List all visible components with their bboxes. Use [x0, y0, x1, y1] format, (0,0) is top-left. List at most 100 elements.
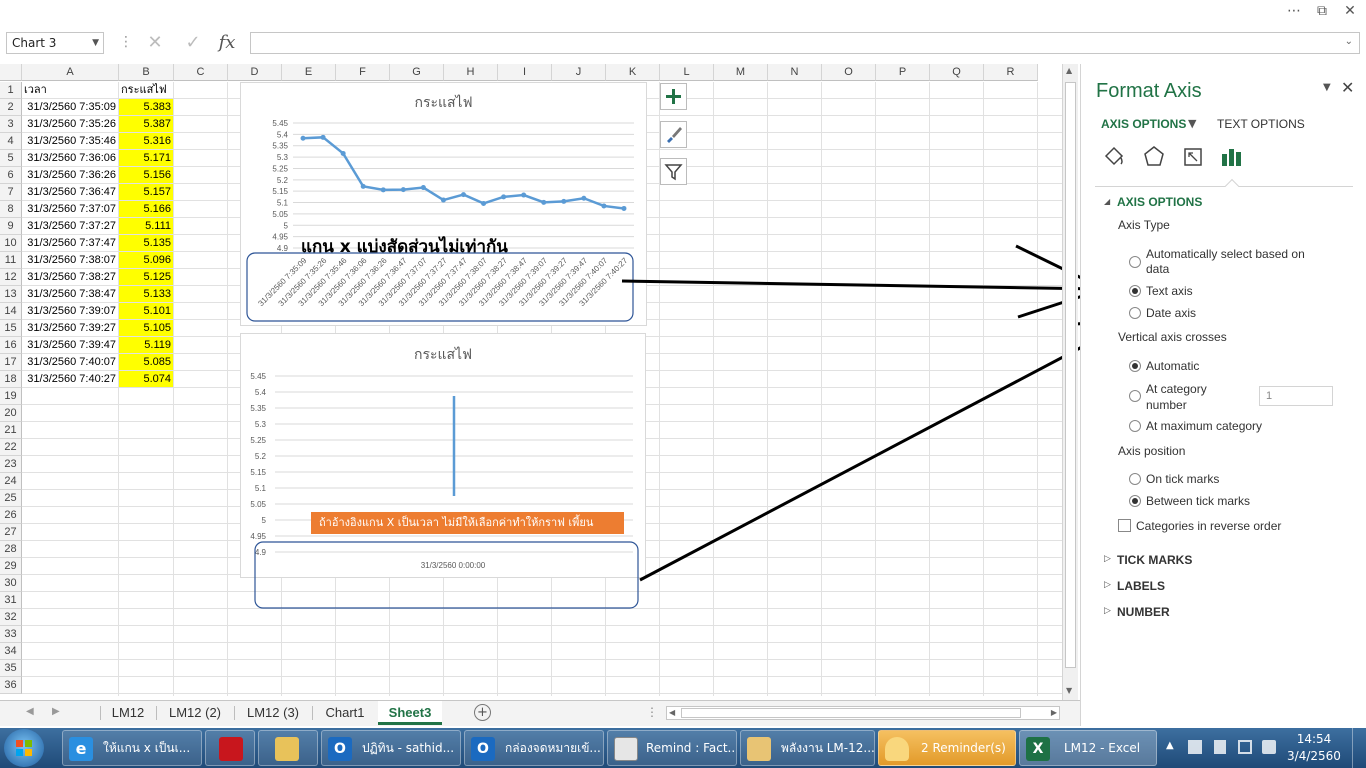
name-box[interactable]: Chart 3 ▼: [6, 32, 104, 54]
row-header[interactable]: 25: [0, 490, 22, 507]
column-header-b[interactable]: B: [119, 64, 174, 81]
clock-date[interactable]: 3/4/2560: [1284, 749, 1344, 763]
row-header[interactable]: 20: [0, 405, 22, 422]
tab-lm12-3[interactable]: LM12 (3): [235, 701, 311, 725]
section-number[interactable]: NUMBER: [1117, 605, 1170, 619]
flag-icon[interactable]: [1188, 740, 1202, 754]
time-cell[interactable]: 31/3/2560 7:40:27: [22, 371, 119, 388]
radio-at-category[interactable]: [1129, 390, 1141, 402]
taskbar-pdf[interactable]: [205, 730, 255, 766]
column-header-d[interactable]: D: [228, 64, 282, 81]
row-header[interactable]: 14: [0, 303, 22, 320]
tab-text-options[interactable]: TEXT OPTIONS: [1217, 117, 1305, 131]
row-header[interactable]: 15: [0, 320, 22, 337]
time-cell[interactable]: 31/3/2560 7:37:27: [22, 218, 119, 235]
taskbar-excel[interactable]: X LM12 - Excel: [1019, 730, 1157, 766]
hscroll-thumb[interactable]: [681, 708, 1021, 718]
value-cell[interactable]: 5.105: [119, 320, 174, 337]
add-sheet-icon[interactable]: +: [474, 704, 491, 721]
value-cell[interactable]: 5.085: [119, 354, 174, 371]
restore-icon[interactable]: ⧉: [1308, 2, 1336, 20]
column-header-p[interactable]: P: [876, 64, 930, 81]
chart-styles-button[interactable]: [660, 121, 687, 148]
time-cell[interactable]: 31/3/2560 7:36:47: [22, 184, 119, 201]
time-cell[interactable]: 31/3/2560 7:37:47: [22, 235, 119, 252]
chevron-down-icon[interactable]: ▼: [92, 33, 99, 53]
row-header[interactable]: 29: [0, 558, 22, 575]
radio-date-axis[interactable]: [1129, 307, 1141, 319]
expand-labels-icon[interactable]: ▷: [1104, 580, 1111, 590]
value-cell[interactable]: 5.125: [119, 269, 174, 286]
row-header[interactable]: 36: [0, 677, 22, 694]
row-header[interactable]: 18: [0, 371, 22, 388]
column-header-a[interactable]: A: [22, 64, 119, 81]
value-cell[interactable]: 5.096: [119, 252, 174, 269]
tab-axis-options[interactable]: AXIS OPTIONS: [1101, 117, 1186, 131]
taskbar-reminders[interactable]: 2 Reminder(s): [878, 730, 1016, 766]
expand-number-icon[interactable]: ▷: [1104, 606, 1111, 616]
chart-line-current[interactable]: กระแสไฟ 5.45 5.4 5.35 5.3 5.25 5.2 5.15 5.1 5.05…: [240, 82, 647, 326]
collapse-icon[interactable]: ◢: [1104, 197, 1110, 206]
more-options-icon[interactable]: ⋯: [1280, 2, 1308, 20]
expand-tick-marks-icon[interactable]: ▷: [1104, 554, 1111, 564]
time-cell[interactable]: 31/3/2560 7:38:07: [22, 252, 119, 269]
time-cell[interactable]: 31/3/2560 7:38:47: [22, 286, 119, 303]
taskbar-energy[interactable]: พลังงาน LM-12...: [740, 730, 875, 766]
row-header[interactable]: 11: [0, 252, 22, 269]
row-header[interactable]: 4: [0, 133, 22, 150]
taskbar-explorer[interactable]: [258, 730, 318, 766]
taskbar-calendar[interactable]: O ปฏิทิน - sathid...: [321, 730, 461, 766]
row-header[interactable]: 26: [0, 507, 22, 524]
horizontal-scrollbar[interactable]: ◀ ▶: [666, 706, 1060, 720]
time-cell[interactable]: 31/3/2560 7:36:26: [22, 167, 119, 184]
time-cell[interactable]: 31/3/2560 7:40:07: [22, 354, 119, 371]
select-all-corner[interactable]: [0, 64, 22, 81]
radio-on-tick-marks[interactable]: [1129, 473, 1141, 485]
prev-sheet-icon[interactable]: ◀: [26, 706, 34, 717]
row-header[interactable]: 27: [0, 524, 22, 541]
value-cell[interactable]: 5.166: [119, 201, 174, 218]
time-cell[interactable]: 31/3/2560 7:35:09: [22, 99, 119, 116]
value-cell[interactable]: 5.111: [119, 218, 174, 235]
row-header[interactable]: 5: [0, 150, 22, 167]
value-cell[interactable]: 5.316: [119, 133, 174, 150]
scroll-thumb[interactable]: [1065, 82, 1076, 668]
column-header-j[interactable]: J: [552, 64, 606, 81]
taskbar-ie[interactable]: e ให้แกน x เป็นเ...: [62, 730, 202, 766]
value-cell[interactable]: 5.156: [119, 167, 174, 184]
value-cell[interactable]: 5.074: [119, 371, 174, 388]
section-tick-marks[interactable]: TICK MARKS: [1117, 553, 1192, 567]
row-header[interactable]: 21: [0, 422, 22, 439]
column-header-l[interactable]: L: [660, 64, 714, 81]
value-cell[interactable]: 5.135: [119, 235, 174, 252]
scroll-up-icon[interactable]: ▲: [1066, 66, 1072, 75]
scroll-left-icon[interactable]: ◀: [669, 707, 675, 719]
network-icon[interactable]: [1238, 740, 1252, 754]
row-header[interactable]: 34: [0, 643, 22, 660]
start-button[interactable]: [4, 729, 44, 767]
row-header[interactable]: 2: [0, 99, 22, 116]
time-cell[interactable]: 31/3/2560 7:39:47: [22, 337, 119, 354]
next-sheet-icon[interactable]: ▶: [52, 706, 60, 717]
formula-input[interactable]: ⌄: [250, 32, 1360, 54]
axis-options-dropdown-icon[interactable]: ▼: [1188, 117, 1196, 130]
scroll-down-icon[interactable]: ▼: [1066, 686, 1072, 695]
checkbox-reverse-order[interactable]: [1118, 519, 1131, 532]
radio-max-category[interactable]: [1129, 420, 1141, 432]
time-cell[interactable]: 31/3/2560 7:35:46: [22, 133, 119, 150]
section-axis-options[interactable]: AXIS OPTIONS: [1117, 195, 1202, 209]
vertical-scrollbar[interactable]: ▲ ▼: [1062, 64, 1078, 700]
row-header[interactable]: 10: [0, 235, 22, 252]
time-cell[interactable]: 31/3/2560 7:36:06: [22, 150, 119, 167]
value-cell[interactable]: 5.383: [119, 99, 174, 116]
volume-muted-icon[interactable]: [1262, 740, 1276, 754]
clock-time[interactable]: 14:54: [1284, 732, 1344, 746]
value-cell[interactable]: 5.133: [119, 286, 174, 303]
fill-line-icon[interactable]: [1101, 144, 1127, 170]
taskbar-remind[interactable]: Remind : Fact...: [607, 730, 737, 766]
header-cell-time[interactable]: เวลา: [22, 82, 119, 99]
row-header[interactable]: 1: [0, 82, 22, 99]
row-header[interactable]: 16: [0, 337, 22, 354]
value-cell[interactable]: 5.101: [119, 303, 174, 320]
row-header[interactable]: 22: [0, 439, 22, 456]
